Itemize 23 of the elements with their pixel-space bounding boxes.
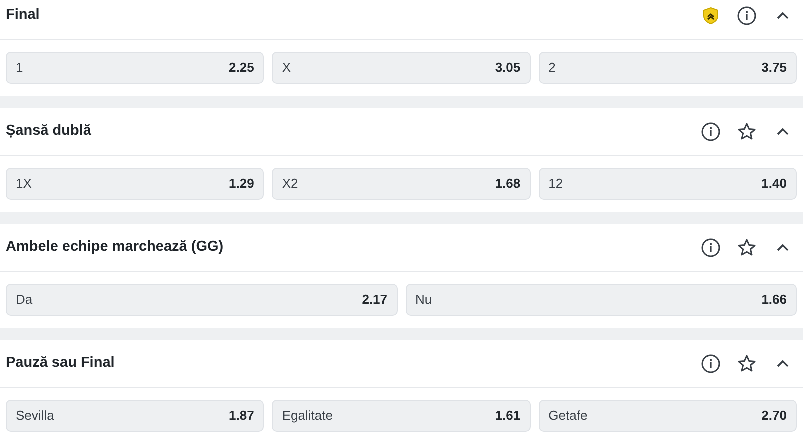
market-title: Ambele echipe marchează (GG) xyxy=(6,238,225,257)
odds-button[interactable]: X2 1.68 xyxy=(272,168,531,200)
star-icon[interactable] xyxy=(737,122,757,142)
odds-button[interactable]: Getafe 2.70 xyxy=(538,400,797,432)
odds-button[interactable]: 1X 1.29 xyxy=(6,168,264,200)
odds-button[interactable]: Da 2.17 xyxy=(6,284,398,316)
info-icon[interactable] xyxy=(701,238,721,258)
odds-button[interactable]: Nu 1.66 xyxy=(406,284,797,316)
odds-button[interactable]: Egalitate 1.61 xyxy=(272,400,531,432)
info-icon[interactable] xyxy=(701,354,721,374)
star-icon[interactable] xyxy=(737,238,757,258)
market-title: Final xyxy=(6,6,41,25)
odds-button[interactable]: 12 1.40 xyxy=(538,168,797,200)
market-title: Pauză sau Final xyxy=(6,354,116,373)
shield-icon[interactable] xyxy=(701,6,721,26)
odds-button[interactable]: 2 3.75 xyxy=(538,52,797,84)
odds-button[interactable]: X 3.05 xyxy=(272,52,531,84)
odds-button[interactable]: 1 2.25 xyxy=(6,52,264,84)
odds-button[interactable]: Sevilla 1.87 xyxy=(6,400,264,432)
market-title: Șansă dublă xyxy=(6,122,92,141)
info-icon[interactable] xyxy=(737,6,757,26)
info-icon[interactable] xyxy=(701,122,721,142)
star-icon[interactable] xyxy=(737,354,757,374)
